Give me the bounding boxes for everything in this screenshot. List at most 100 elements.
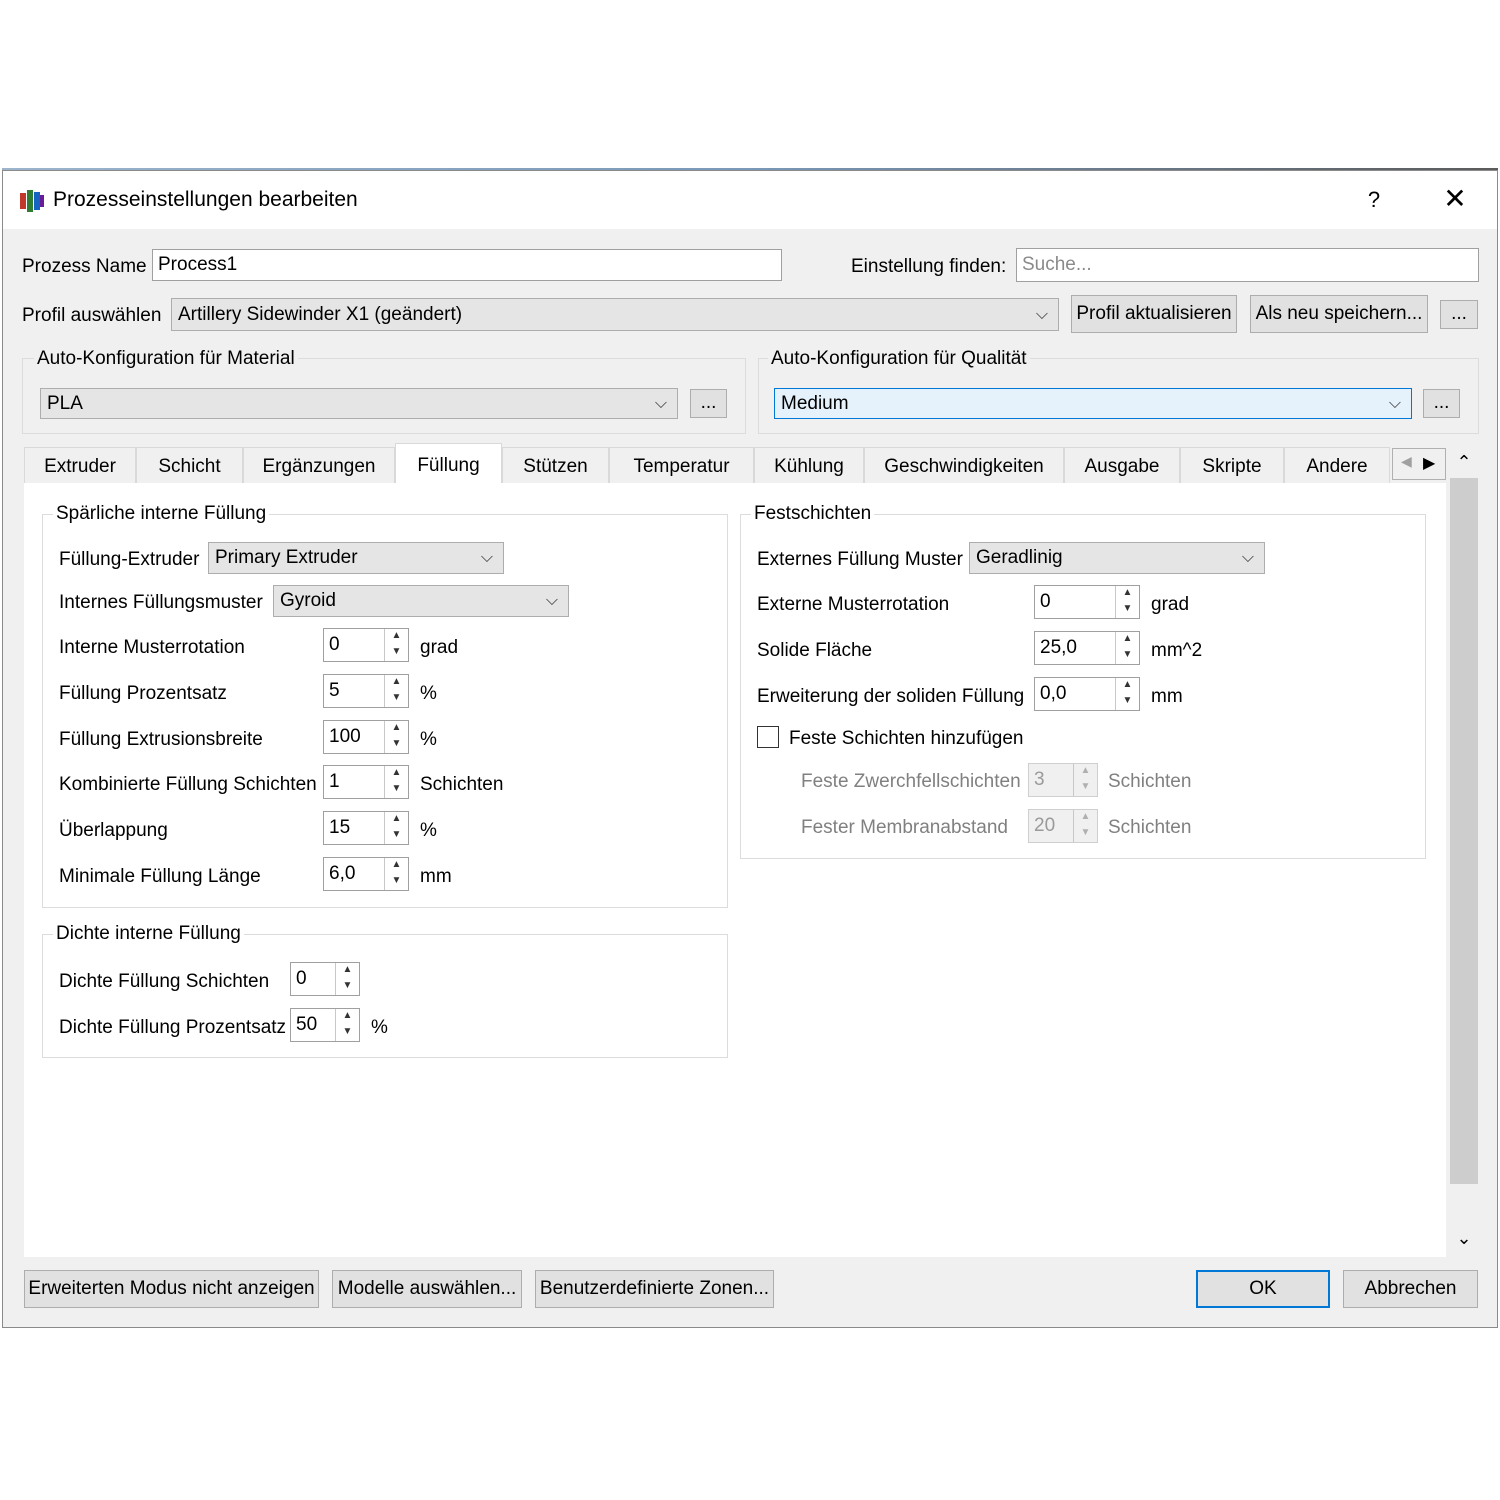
diaphragm-layers-spin[interactable]: ▲ ▼ <box>1073 764 1097 796</box>
solid-area-spin[interactable]: ▲ ▼ <box>1115 632 1139 664</box>
scrollbar-thumb[interactable] <box>1450 478 1478 1184</box>
dense-percent-spin[interactable]: ▲ ▼ <box>335 1009 359 1041</box>
spin-down-icon[interactable]: ▼ <box>336 979 359 995</box>
add-solid-layers-label: Feste Schichten hinzufügen <box>789 728 1024 749</box>
material-select-value: PLA <box>47 393 83 414</box>
spin-up-icon[interactable]: ▲ <box>385 629 408 645</box>
add-solid-layers-checkbox[interactable] <box>757 726 779 748</box>
membrane-distance-spin[interactable]: ▲ ▼ <box>1073 810 1097 842</box>
spin-down-icon[interactable]: ▼ <box>1074 780 1097 796</box>
tab-geschwindigkeiten[interactable]: Geschwindigkeiten <box>864 447 1064 483</box>
close-icon[interactable]: ✕ <box>1435 183 1475 217</box>
spin-down-icon[interactable]: ▼ <box>1116 694 1139 710</box>
quality-more-button[interactable]: ... <box>1423 389 1460 418</box>
dense-percent-label: Dichte Füllung Prozentsatz <box>59 1017 287 1038</box>
diaphragm-layers-label: Feste Zwerchfellschichten <box>801 771 1021 792</box>
dense-percent-value: 50 <box>296 1014 318 1035</box>
dense-layers-spin[interactable]: ▲ ▼ <box>335 963 359 995</box>
spin-up-icon[interactable]: ▲ <box>1074 810 1097 826</box>
find-setting-input[interactable]: Suche... <box>1016 248 1479 282</box>
infill-percent-spin[interactable]: ▲ ▼ <box>384 675 408 707</box>
process-name-input[interactable]: Process1 <box>152 249 782 281</box>
infill-width-spin[interactable]: ▲ ▼ <box>384 721 408 753</box>
spin-up-icon[interactable]: ▲ <box>1074 764 1097 780</box>
dense-layers-label: Dichte Füllung Schichten <box>59 971 270 992</box>
material-select[interactable]: PLA ⌵ <box>40 388 678 419</box>
custom-zones-button[interactable]: Benutzerdefinierte Zonen... <box>535 1270 774 1308</box>
update-profile-button[interactable]: Profil aktualisieren <box>1071 295 1237 333</box>
dense-infill-title: Dichte interne Füllung <box>53 923 244 945</box>
tab-fuellung[interactable]: Füllung <box>395 443 502 485</box>
help-icon[interactable]: ? <box>1358 183 1390 217</box>
infill-extruder-select[interactable]: Primary Extruder ⌵ <box>208 542 504 574</box>
infill-percent-label: Füllung Prozentsatz <box>59 683 227 704</box>
infill-rotation-spin[interactable]: ▲ ▼ <box>384 629 408 661</box>
min-length-spin[interactable]: ▲ ▼ <box>384 858 408 890</box>
sparse-infill-title: Spärliche interne Füllung <box>53 503 270 525</box>
tab-kuehlung[interactable]: Kühlung <box>754 447 864 483</box>
find-setting-label: Einstellung finden: <box>851 256 1007 277</box>
spin-up-icon[interactable]: ▲ <box>385 812 408 828</box>
tab-temperatur[interactable]: Temperatur <box>609 447 754 483</box>
external-rotation-spin[interactable]: ▲ ▼ <box>1115 586 1139 618</box>
infill-pattern-select[interactable]: Gyroid ⌵ <box>273 585 569 617</box>
tab-ausgabe[interactable]: Ausgabe <box>1064 447 1180 483</box>
quality-select[interactable]: Medium ⌵ <box>774 388 1412 419</box>
spin-down-icon[interactable]: ▼ <box>385 828 408 844</box>
infill-percent-unit: % <box>420 683 437 704</box>
spin-up-icon[interactable]: ▲ <box>336 963 359 979</box>
process-name-label: Prozess Name <box>22 256 147 277</box>
select-models-button[interactable]: Modelle auswählen... <box>332 1270 522 1308</box>
membrane-distance-label: Fester Membranabstand <box>801 817 1008 838</box>
save-as-new-button[interactable]: Als neu speichern... <box>1250 295 1428 333</box>
scroll-up-icon[interactable]: ⌃ <box>1452 452 1476 472</box>
profile-more-button[interactable]: ... <box>1440 300 1478 329</box>
tab-schicht[interactable]: Schicht <box>136 447 243 483</box>
spin-up-icon[interactable]: ▲ <box>385 858 408 874</box>
hide-advanced-button[interactable]: Erweiterten Modus nicht anzeigen <box>24 1270 319 1308</box>
scroll-down-icon[interactable]: ⌄ <box>1452 1228 1476 1248</box>
tab-andere[interactable]: Andere <box>1284 447 1390 483</box>
tab-ergaenzungen[interactable]: Ergänzungen <box>243 447 395 483</box>
profile-label: Profil auswählen <box>22 305 162 326</box>
spin-up-icon[interactable]: ▲ <box>1116 632 1139 648</box>
spin-up-icon[interactable]: ▲ <box>385 721 408 737</box>
tab-skripte[interactable]: Skripte <box>1180 447 1284 483</box>
tab-stuetzen[interactable]: Stützen <box>502 447 609 483</box>
spin-up-icon[interactable]: ▲ <box>336 1009 359 1025</box>
spin-down-icon[interactable]: ▼ <box>336 1025 359 1041</box>
spin-down-icon[interactable]: ▼ <box>1074 826 1097 842</box>
profile-select-value: Artillery Sidewinder X1 (geändert) <box>178 304 463 325</box>
tab-scroll-left-icon[interactable]: ◀ <box>1401 453 1412 470</box>
overlap-unit: % <box>420 820 437 841</box>
spin-up-icon[interactable]: ▲ <box>385 766 408 782</box>
spin-down-icon[interactable]: ▼ <box>385 691 408 707</box>
window-title: Prozesseinstellungen bearbeiten <box>53 188 358 211</box>
spin-down-icon[interactable]: ▼ <box>385 782 408 798</box>
quality-select-value: Medium <box>781 393 849 414</box>
spin-up-icon[interactable]: ▲ <box>385 675 408 691</box>
spin-up-icon[interactable]: ▲ <box>1116 586 1139 602</box>
tab-extruder[interactable]: Extruder <box>24 447 136 483</box>
material-more-button[interactable]: ... <box>690 389 727 418</box>
ok-button[interactable]: OK <box>1196 1270 1330 1308</box>
spin-up-icon[interactable]: ▲ <box>1116 678 1139 694</box>
chevron-down-icon: ⌵ <box>1388 395 1401 412</box>
combined-layers-spin[interactable]: ▲ ▼ <box>384 766 408 798</box>
diaphragm-layers-unit: Schichten <box>1108 771 1192 792</box>
solid-expand-spin[interactable]: ▲ ▼ <box>1115 678 1139 710</box>
spin-down-icon[interactable]: ▼ <box>385 645 408 661</box>
chevron-down-icon: ⌵ <box>1241 549 1254 566</box>
app-icon <box>20 190 44 212</box>
external-pattern-select[interactable]: Geradlinig ⌵ <box>969 542 1265 574</box>
cancel-button[interactable]: Abbrechen <box>1343 1270 1478 1308</box>
spin-down-icon[interactable]: ▼ <box>385 874 408 890</box>
chevron-down-icon: ⌵ <box>654 395 667 412</box>
tab-scroll-right-icon[interactable]: ▶ <box>1423 453 1435 473</box>
spin-down-icon[interactable]: ▼ <box>385 737 408 753</box>
overlap-spin[interactable]: ▲ ▼ <box>384 812 408 844</box>
spin-down-icon[interactable]: ▼ <box>1116 648 1139 664</box>
material-title: Auto-Konfiguration für Material <box>34 348 298 370</box>
spin-down-icon[interactable]: ▼ <box>1116 602 1139 618</box>
profile-select[interactable]: Artillery Sidewinder X1 (geändert) ⌵ <box>171 298 1059 331</box>
